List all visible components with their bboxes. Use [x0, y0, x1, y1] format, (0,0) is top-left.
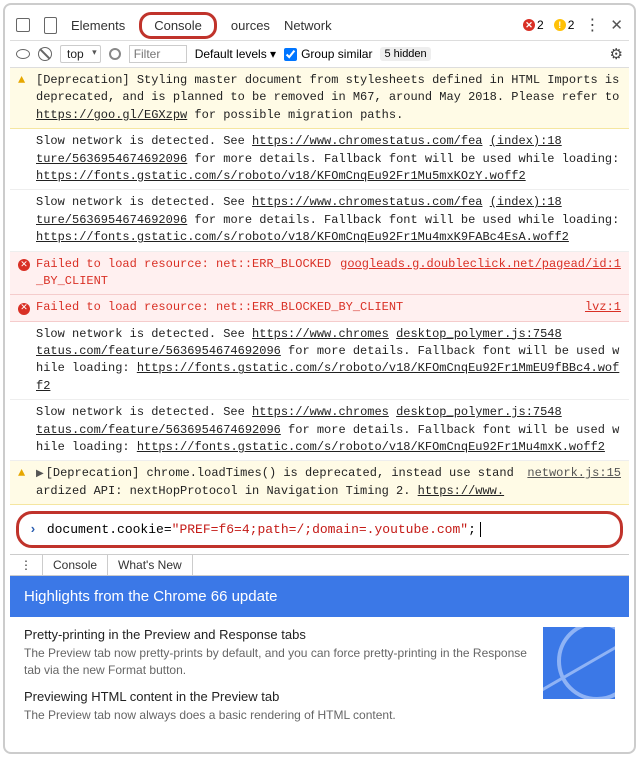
log-link[interactable]: tatus.com/feature/5636954674692096: [36, 423, 281, 437]
warning-icon: ▲: [18, 73, 25, 87]
log-message: ▶[Deprecation] chrome.loadTimes() is dep…: [36, 465, 519, 500]
log-entry[interactable]: ✕ Failed to load resource: net::ERR_BLOCK…: [10, 252, 629, 296]
drawer-tab-console[interactable]: Console: [43, 555, 108, 575]
error-count[interactable]: ✕2: [523, 18, 544, 32]
close-devtools-icon[interactable]: ✕: [610, 16, 623, 34]
warning-icon: ▲: [18, 466, 25, 480]
log-message: Slow network is detected. See https://ww…: [36, 326, 621, 396]
console-input[interactable]: › document.cookie="PREF=f6=4;path=/;doma…: [16, 511, 623, 548]
devtools-main-tabs: Elements Console ources Network ✕2 !2 ⋮ …: [10, 10, 629, 40]
update-illustration: [543, 627, 615, 699]
updates-panel: Pretty-printing in the Preview and Respo…: [10, 617, 629, 743]
log-message: [Deprecation] Styling master document fr…: [36, 72, 621, 124]
clear-console-icon[interactable]: [38, 47, 52, 61]
error-icon: ✕: [18, 259, 30, 271]
update-body-2: The Preview tab now always does a basic …: [24, 707, 529, 724]
text-cursor: [480, 522, 481, 537]
log-entry[interactable]: Slow network is detected. See https://ww…: [10, 190, 629, 251]
log-link[interactable]: https://fonts.gstatic.com/s/roboto/v18/K…: [137, 440, 605, 454]
group-similar-checkbox[interactable]: Group similar: [284, 47, 372, 61]
live-expression-icon[interactable]: [109, 48, 121, 60]
log-link[interactable]: tatus.com/feature/5636954674692096: [36, 344, 281, 358]
console-log-area: ▲ [Deprecation] Styling master document f…: [10, 68, 629, 505]
log-link[interactable]: ture/5636954674692096: [36, 152, 187, 166]
log-message: Failed to load resource: net::ERR_BLOCKE…: [36, 299, 577, 316]
log-entry[interactable]: ▲ ▶[Deprecation] chrome.loadTimes() is de…: [10, 461, 629, 505]
log-message: Failed to load resource: net::ERR_BLOCKE…: [36, 256, 332, 291]
tab-console[interactable]: Console: [139, 12, 217, 39]
log-link[interactable]: desktop_polymer.js:7548: [396, 327, 562, 341]
error-icon: ✕: [18, 303, 30, 315]
log-link[interactable]: https://fonts.gstatic.com/s/roboto/v18/K…: [36, 230, 569, 244]
tab-elements[interactable]: Elements: [71, 18, 125, 33]
drawer-menu-icon[interactable]: ⋮: [10, 555, 43, 575]
update-banner: Highlights from the Chrome 66 update: [10, 576, 629, 617]
log-entry[interactable]: ▲ [Deprecation] Styling master document f…: [10, 68, 629, 129]
log-link[interactable]: https://www.chromestatus.com/fea: [252, 134, 482, 148]
log-link[interactable]: https://www.chromestatus.com/fea: [252, 195, 482, 209]
log-source-link[interactable]: lvz:1: [585, 299, 621, 316]
tab-network[interactable]: Network: [284, 18, 332, 33]
warning-count[interactable]: !2: [554, 18, 575, 32]
log-source-link[interactable]: googleads.g.doubleclick.net/pagead/id:1: [340, 256, 621, 291]
inspect-icon[interactable]: [16, 18, 30, 32]
log-entry[interactable]: ✕ Failed to load resource: net::ERR_BLOCK…: [10, 295, 629, 321]
log-link[interactable]: https://www.: [418, 484, 504, 498]
console-settings-icon[interactable]: ⚙: [610, 45, 623, 63]
update-title-2: Previewing HTML content in the Preview t…: [24, 689, 529, 704]
context-selector[interactable]: top: [60, 45, 101, 63]
log-link[interactable]: (index):18: [490, 195, 562, 209]
filter-input[interactable]: [129, 45, 187, 63]
log-link[interactable]: (index):18: [490, 134, 562, 148]
log-entry[interactable]: Slow network is detected. See https://ww…: [10, 400, 629, 461]
update-title-1: Pretty-printing in the Preview and Respo…: [24, 627, 529, 642]
log-link[interactable]: https://www.chromes: [252, 327, 389, 341]
more-menu-icon[interactable]: ⋮: [584, 15, 600, 35]
log-message: Slow network is detected. See https://ww…: [36, 133, 621, 185]
device-toggle-icon[interactable]: [44, 17, 57, 34]
drawer-tab-whatsnew[interactable]: What's New: [108, 555, 193, 575]
tab-sources[interactable]: ources: [231, 18, 270, 33]
log-message: Slow network is detected. See https://ww…: [36, 194, 621, 246]
log-entry[interactable]: Slow network is detected. See https://ww…: [10, 322, 629, 401]
log-entry[interactable]: Slow network is detected. See https://ww…: [10, 129, 629, 190]
hidden-count-badge[interactable]: 5 hidden: [380, 47, 430, 61]
log-link[interactable]: https://www.chromes: [252, 405, 389, 419]
update-body-1: The Preview tab now pretty-prints by def…: [24, 645, 529, 679]
console-input-text: document.cookie="PREF=f6=4;path=/;domain…: [47, 522, 476, 537]
sidebar-toggle-icon[interactable]: [16, 49, 30, 59]
console-toolbar: top Default levels ▾ Group similar 5 hid…: [10, 40, 629, 68]
prompt-chevron-icon: ›: [29, 522, 37, 537]
log-link[interactable]: https://goo.gl/EGXzpw: [36, 108, 187, 122]
log-link[interactable]: https://fonts.gstatic.com/s/roboto/v18/K…: [36, 361, 619, 392]
log-link[interactable]: desktop_polymer.js:7548: [396, 405, 562, 419]
log-source-link[interactable]: network.js:15: [527, 465, 621, 500]
drawer-tabs: ⋮ Console What's New: [10, 554, 629, 576]
log-link[interactable]: https://fonts.gstatic.com/s/roboto/v18/K…: [36, 169, 526, 183]
log-link[interactable]: ture/5636954674692096: [36, 213, 187, 227]
log-levels-dropdown[interactable]: Default levels ▾: [195, 47, 276, 61]
log-message: Slow network is detected. See https://ww…: [36, 404, 621, 456]
expand-icon[interactable]: ▶: [36, 469, 44, 480]
